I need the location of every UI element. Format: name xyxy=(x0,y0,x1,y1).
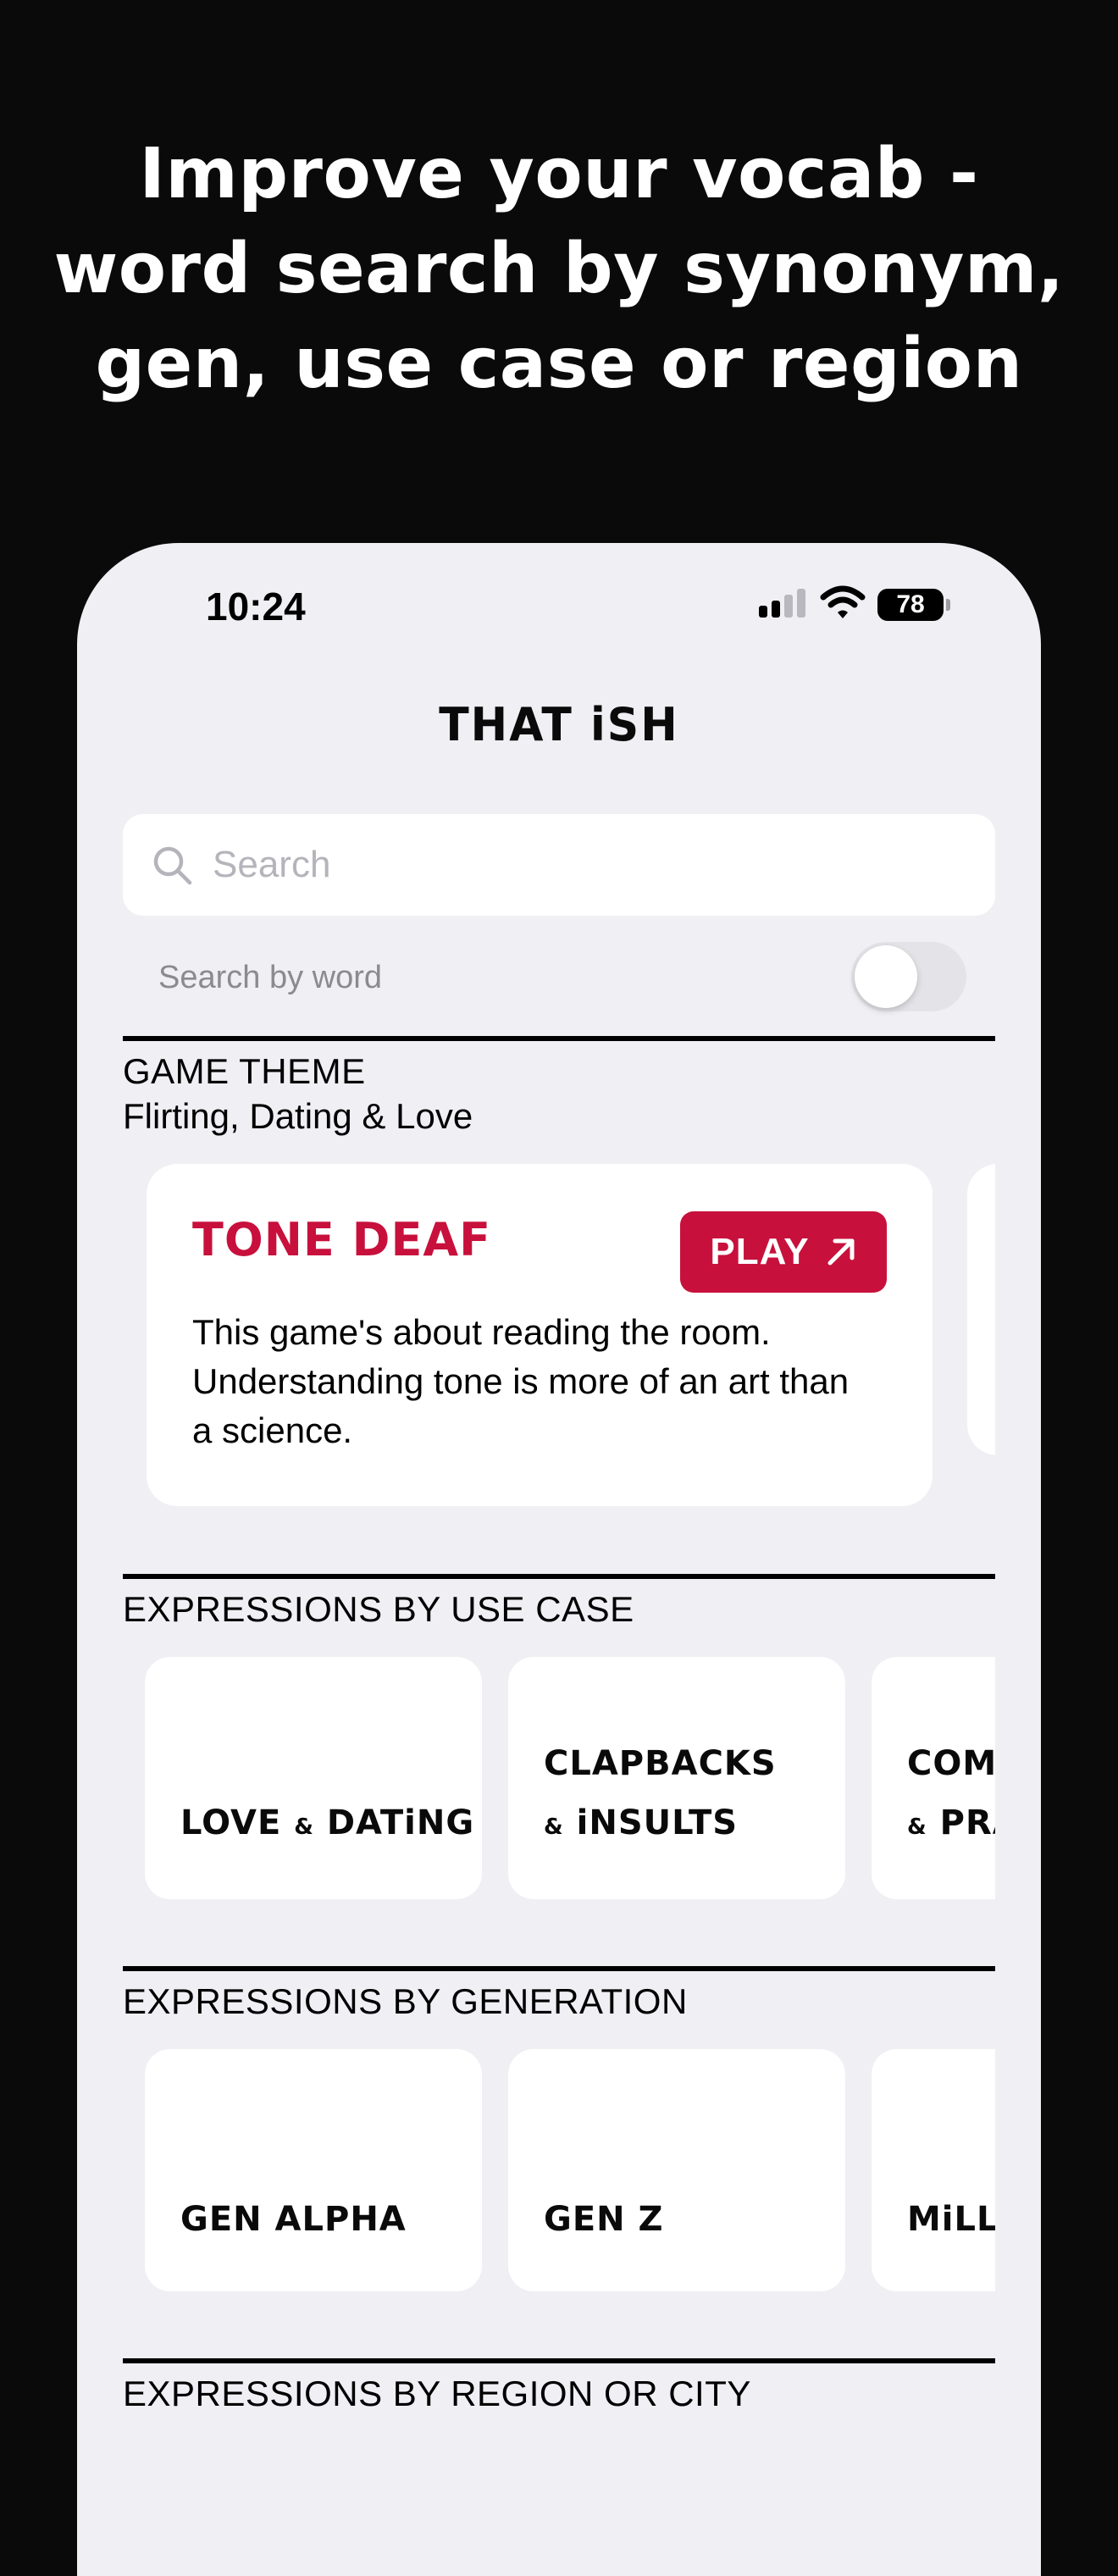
section-divider xyxy=(123,2358,995,2363)
game-theme-subheading: Flirting, Dating & Love xyxy=(123,1096,473,1136)
tile-label: MiLLE xyxy=(907,2200,995,2239)
game-theme-heading: GAME THEME xyxy=(123,1051,366,1091)
cellular-signal-icon xyxy=(759,585,810,623)
generation-tiles: GEN ALPHA GEN Z MiLLE xyxy=(145,2049,995,2295)
section-divider xyxy=(123,1966,995,1971)
status-time: 10:24 xyxy=(206,584,306,629)
tile-compliments-praise[interactable]: COMPL & PRA xyxy=(872,1657,995,1899)
wifi-icon xyxy=(820,585,866,618)
tile-label: COMPL & PRA xyxy=(907,1744,995,1842)
toggle-knob xyxy=(855,945,917,1008)
promo-line-2: word search by synonym, xyxy=(53,229,1065,309)
search-icon xyxy=(153,846,192,885)
tile-gen-z[interactable]: GEN Z xyxy=(508,2049,845,2291)
search-by-word-label: Search by word xyxy=(158,960,383,995)
use-case-tiles: LOVE & DATiNG CLAPBACKS & iNSULTS COMPL … xyxy=(145,1657,995,1903)
game-description: This game's about reading the room. Unde… xyxy=(192,1312,850,1450)
battery-icon: 78 xyxy=(877,589,944,621)
game-card-tone-deaf[interactable]: TONE DEAF PLAY This game's about reading… xyxy=(147,1164,933,1506)
play-label: PLAY xyxy=(710,1231,810,1272)
tile-clapbacks-insults[interactable]: CLAPBACKS & iNSULTS xyxy=(508,1657,845,1899)
promo-headline: Improve your vocab - word search by syno… xyxy=(0,127,1118,412)
generation-heading: EXPRESSIONS BY GENERATION xyxy=(123,1981,688,2021)
game-title: TONE DEAF xyxy=(192,1213,492,1266)
promo-line-3: gen, use case or region xyxy=(95,324,1023,404)
search-by-word-toggle[interactable] xyxy=(851,942,966,1011)
phone-screen: 10:24 78 THAT iSH Search by word GAME TH… xyxy=(77,543,1041,2576)
play-button[interactable]: PLAY xyxy=(680,1211,887,1293)
battery-cap xyxy=(946,599,950,611)
search-input[interactable] xyxy=(213,838,958,892)
use-case-heading: EXPRESSIONS BY USE CASE xyxy=(123,1589,634,1629)
tile-label: CLAPBACKS & iNSULTS xyxy=(544,1744,777,1842)
promo-line-1: Improve your vocab - xyxy=(139,134,979,214)
tile-millennials[interactable]: MiLLE xyxy=(872,2049,995,2291)
region-heading: EXPRESSIONS BY REGION OR CITY xyxy=(123,2374,751,2413)
tile-label: GEN ALPHA xyxy=(180,2200,407,2239)
tile-label: GEN Z xyxy=(544,2200,664,2239)
app-logo: THAT iSH xyxy=(439,698,679,752)
section-divider xyxy=(123,1036,995,1041)
tile-label: LOVE & DATiNG xyxy=(180,1803,475,1842)
tile-love-dating[interactable]: LOVE & DATiNG xyxy=(145,1657,482,1899)
search-bar[interactable] xyxy=(123,814,995,916)
tile-gen-alpha[interactable]: GEN ALPHA xyxy=(145,2049,482,2291)
section-divider xyxy=(123,1574,995,1579)
arrow-up-right-icon xyxy=(827,1238,855,1266)
